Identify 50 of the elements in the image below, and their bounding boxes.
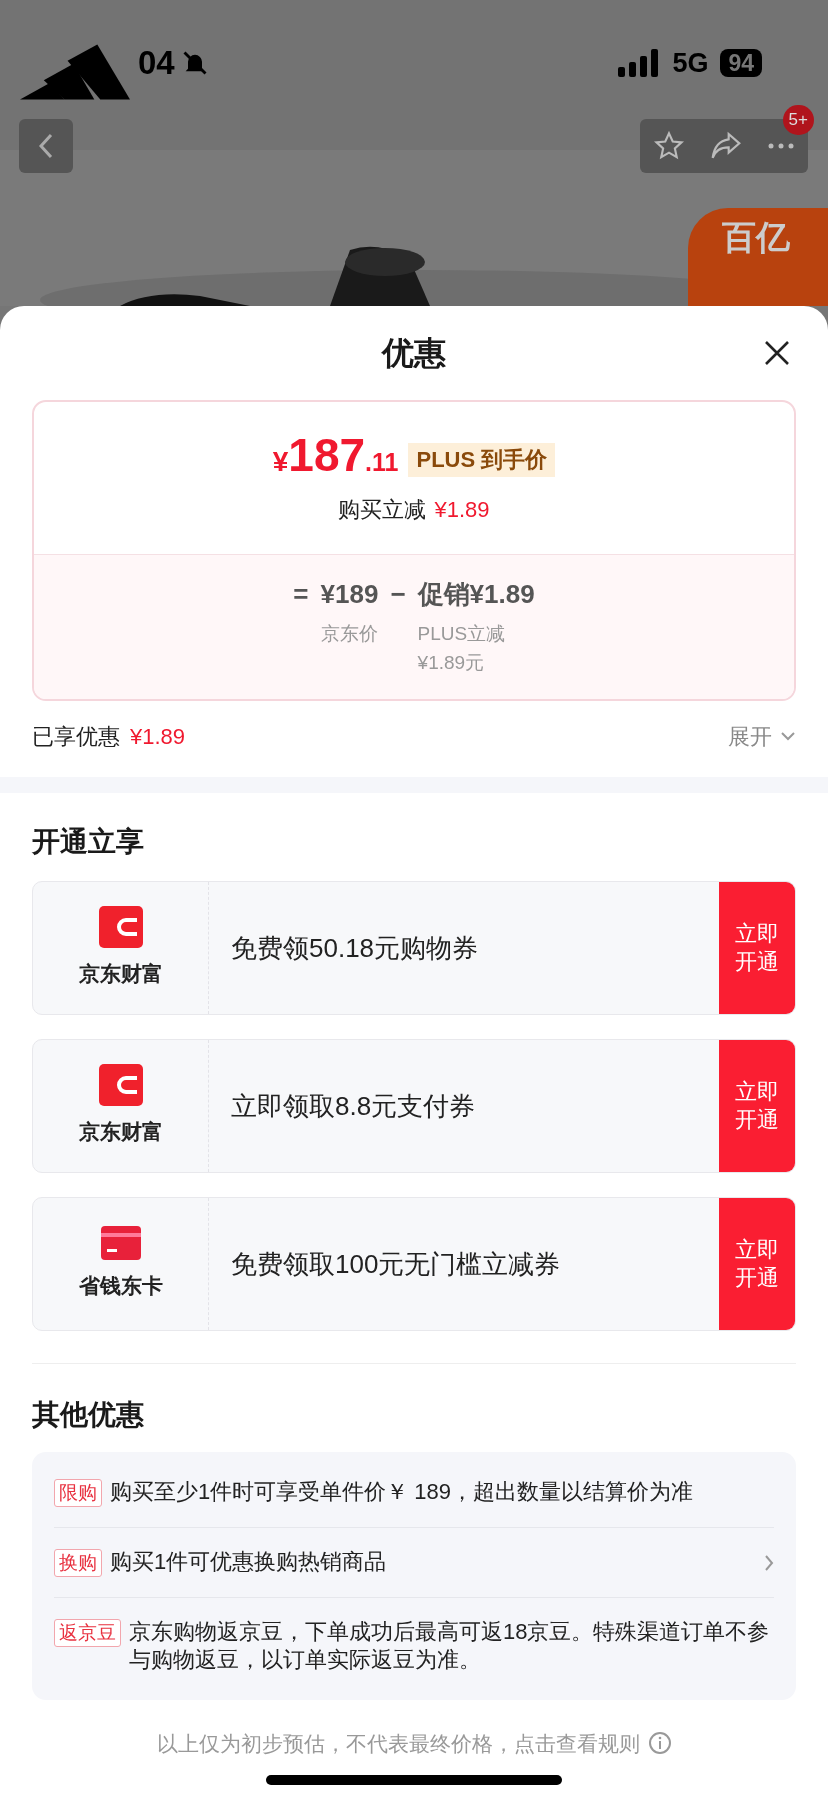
offer-text: 立即领取8.8元支付券 xyxy=(230,1089,477,1123)
offer-brand: 京东财富 xyxy=(78,961,163,988)
offer-description: 京东购物返京豆，下单成功后最高可返18京豆。特殊渠道订单不参与购物返豆，以订单实际返豆为准。 xyxy=(129,1618,771,1674)
promo-badge-text: 百亿 xyxy=(722,218,790,256)
more-icon[interactable] xyxy=(767,142,796,150)
star-icon[interactable] xyxy=(652,130,685,162)
summary-amount: ¥1.89 xyxy=(130,722,186,751)
expand-button[interactable]: 展开 xyxy=(728,719,796,753)
final-price: ¥187.11 xyxy=(272,432,399,483)
chevron-down-icon xyxy=(780,731,796,741)
network-label: 5G xyxy=(672,46,709,80)
offer-description: 购买至少1件时可享受单件价￥ 189，超出数量以结算价为准 xyxy=(110,1478,695,1506)
equals-sign: = xyxy=(293,578,309,611)
status-time: 04 xyxy=(138,43,175,83)
promo-label: PLUS立减 xyxy=(417,622,507,646)
plus-price-tag: PLUS 到手价 xyxy=(408,443,556,477)
reduce-amount: ¥1.89 xyxy=(434,496,490,524)
promo-amount: 促销¥1.89 xyxy=(417,578,535,611)
activate-button[interactable]: 立即开通 xyxy=(719,1040,795,1172)
section-title: 开通立享 xyxy=(32,825,145,859)
battery-indicator: 94 xyxy=(720,48,762,77)
activate-button[interactable]: 立即开通 xyxy=(719,1198,795,1330)
close-icon[interactable] xyxy=(764,340,790,366)
reduce-label: 购买立减 xyxy=(338,496,427,524)
offer-tag: 限购 xyxy=(54,1479,102,1507)
wallet-icon xyxy=(98,1064,143,1107)
section-title: 其他优惠 xyxy=(32,1398,145,1432)
offer-description: 购买1件可优惠换购热销商品 xyxy=(110,1548,388,1576)
signal-icon xyxy=(618,48,661,77)
offer-brand: 省钱东卡 xyxy=(78,1273,163,1300)
offer-text: 免费领取100元无门槛立减券 xyxy=(230,1247,562,1281)
base-price-label: 京东价 xyxy=(320,622,379,646)
card-icon xyxy=(100,1226,141,1261)
base-price: ¥189 xyxy=(320,578,379,611)
back-button[interactable] xyxy=(19,119,73,173)
offer-text: 免费领50.18元购物券 xyxy=(230,931,480,965)
share-icon[interactable] xyxy=(710,131,742,161)
rules-link[interactable]: 以上仅为初步预估，不代表最终价格，点击查看规则 xyxy=(156,1727,640,1759)
info-icon[interactable] xyxy=(647,1731,672,1756)
bell-off-icon xyxy=(180,48,209,77)
offer-tag: 返京豆 xyxy=(54,1619,121,1647)
activate-button[interactable]: 立即开通 xyxy=(719,882,795,1014)
minus-sign: − xyxy=(390,578,406,611)
offer-brand: 京东财富 xyxy=(78,1119,163,1146)
wallet-icon xyxy=(98,906,143,949)
offer-tag: 换购 xyxy=(54,1549,102,1577)
chevron-right-icon[interactable] xyxy=(764,1554,774,1572)
sheet-title: 优惠 xyxy=(382,334,446,373)
summary-label: 已享优惠 xyxy=(32,722,120,751)
promo-note: ¥1.89元 xyxy=(417,650,486,675)
